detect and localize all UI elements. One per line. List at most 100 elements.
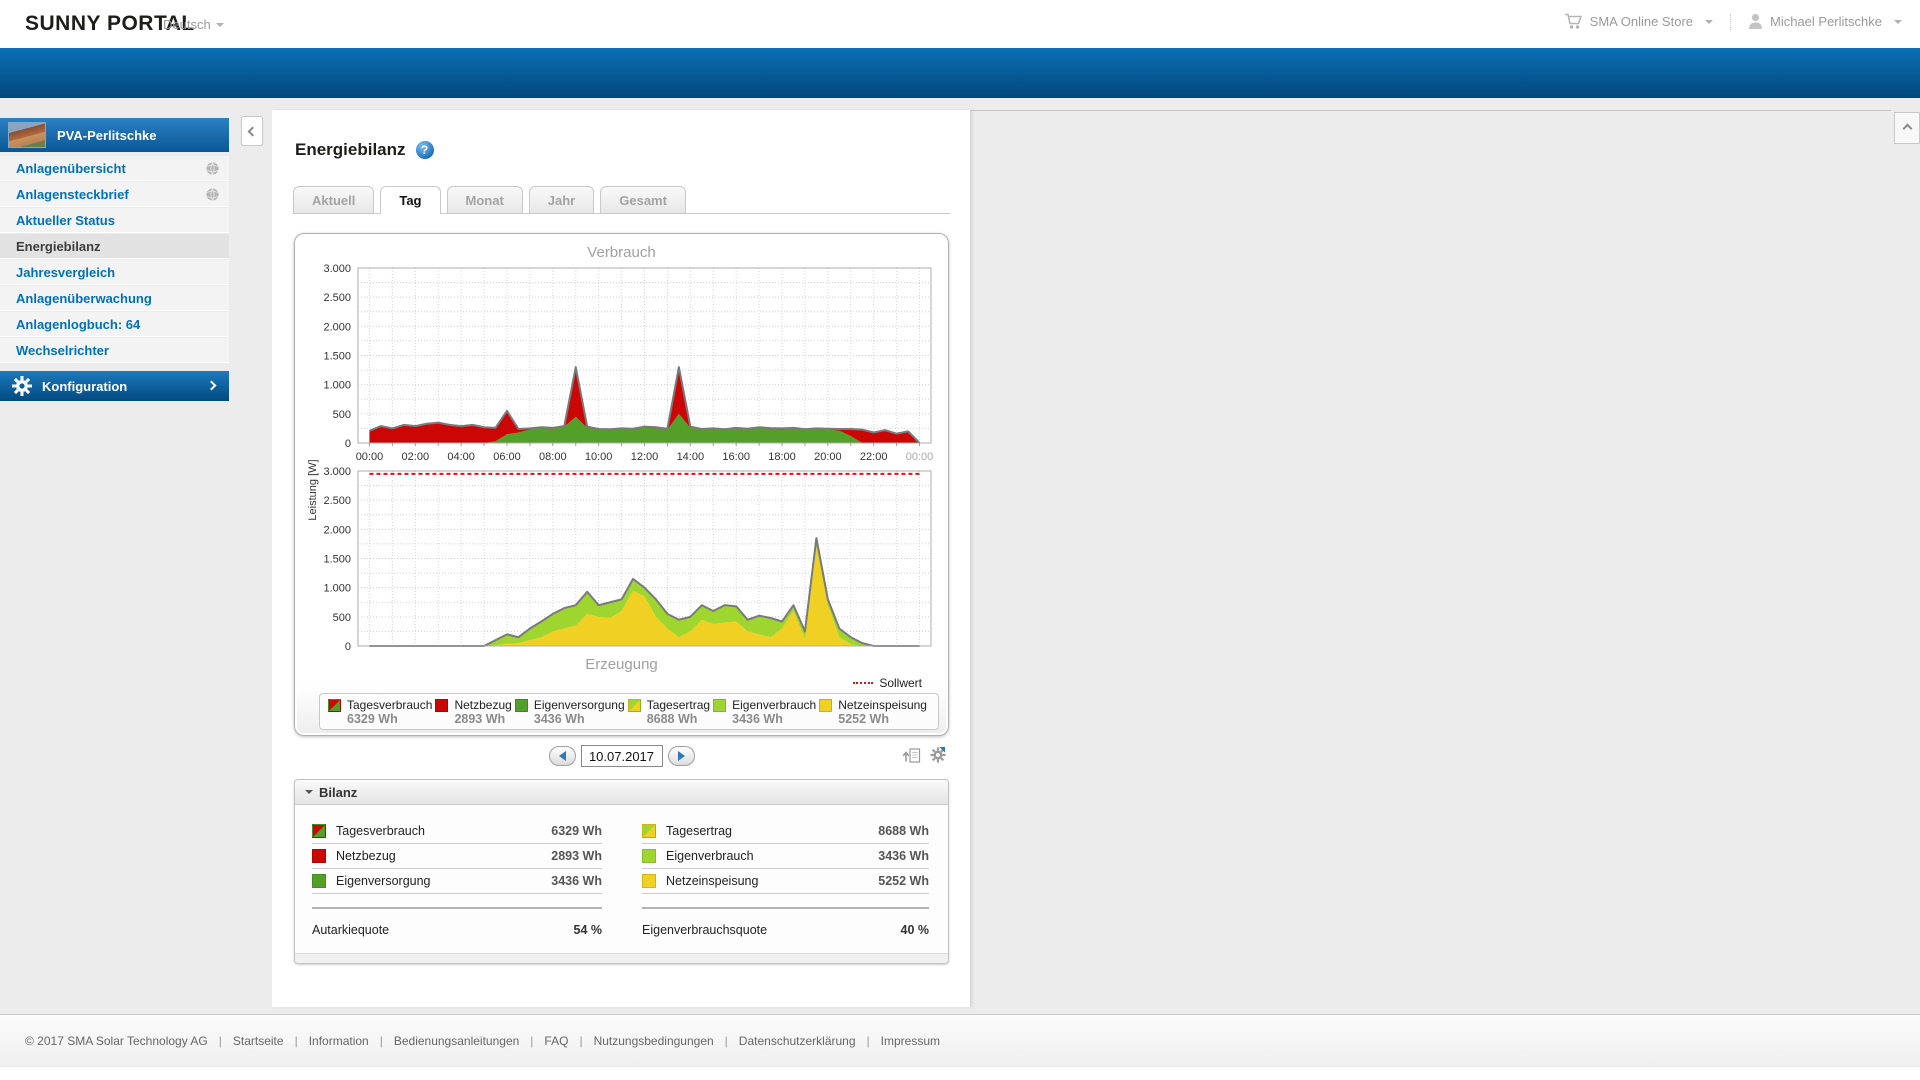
sidebar-item-energiebilanz[interactable]: Energiebilanz xyxy=(0,234,229,259)
period-tabs: Aktuell Tag Monat Jahr Gesamt xyxy=(293,186,950,214)
top-header: SUNNY PORTAL Deutsch SMA Online Store Mi… xyxy=(0,0,1920,48)
sidebar-item-wechselrichter[interactable]: Wechselrichter xyxy=(0,338,229,363)
sidebar-item-jahresvergleich[interactable]: Jahresvergleich xyxy=(0,260,229,285)
plant-photo xyxy=(8,122,46,148)
tagesertrag-swatch xyxy=(627,699,641,712)
tab-aktuell[interactable]: Aktuell xyxy=(293,186,375,213)
table-row: Tagesertrag 8688 Wh xyxy=(642,819,929,844)
svg-text:3.000: 3.000 xyxy=(323,467,351,478)
sollwert-line-sample xyxy=(853,682,874,684)
table-row: Tagesverbrauch 6329 Wh xyxy=(312,819,602,844)
footer-link-information[interactable]: Information xyxy=(309,1034,369,1048)
svg-text:20:00: 20:00 xyxy=(814,451,842,462)
legend-item: Eigenversorgung 3436 Wh xyxy=(514,698,628,727)
primary-nav-bar xyxy=(0,48,1920,98)
cart-icon xyxy=(1564,13,1582,29)
chevron-down-icon xyxy=(215,23,224,31)
svg-text:1.000: 1.000 xyxy=(323,380,351,392)
chart-settings-button[interactable] xyxy=(929,741,951,769)
tagesverbrauch-swatch xyxy=(312,824,326,838)
main-content: Energiebilanz ? Aktuell Tag Monat Jahr G… xyxy=(272,110,971,1007)
chart-title-erzeugung: Erzeugung xyxy=(585,656,658,673)
tagesverbrauch-swatch xyxy=(328,699,341,712)
sidebar-item-anlagenueberwachung[interactable]: Anlagenüberwachung xyxy=(0,286,229,311)
user-menu[interactable]: Michael Perlitschke xyxy=(1770,14,1882,29)
bilanz-left-column: Tagesverbrauch 6329 Wh Netzbezug 2893 Wh… xyxy=(312,819,602,951)
eigenverbrauchsquote-row: Eigenverbrauchsquote 40 % xyxy=(642,923,929,937)
sollwert-legend: Sollwert xyxy=(853,676,922,690)
svg-text:2.000: 2.000 xyxy=(323,524,351,536)
page-title: Energiebilanz xyxy=(295,140,406,159)
energy-chart-panel: Verbrauch Leistung [W] 0 500 1.000 1.500 2.0… xyxy=(294,233,949,736)
page-footer: © 2017 SMA Solar Technology AG | Startsei… xyxy=(0,1014,1920,1066)
sidebar-item-anlagenlogbuch[interactable]: Anlagenlogbuch: 64 xyxy=(0,312,229,337)
date-input[interactable] xyxy=(580,745,663,767)
legend-item: Tagesverbrauch 6329 Wh xyxy=(328,698,435,727)
svg-text:0: 0 xyxy=(345,438,351,450)
eigenversorgung-swatch xyxy=(514,699,528,712)
sidebar-item-konfiguration[interactable]: Konfiguration xyxy=(0,371,229,401)
y-axis-label: Leistung [W] xyxy=(307,459,319,521)
svg-text:04:00: 04:00 xyxy=(447,451,475,462)
footer-link-datenschutzerklaerung[interactable]: Datenschutzerklärung xyxy=(739,1034,856,1048)
footer-link-impressum[interactable]: Impressum xyxy=(881,1034,940,1048)
svg-text:22:00: 22:00 xyxy=(860,451,888,462)
export-button[interactable] xyxy=(902,747,921,769)
scroll-top-button[interactable] xyxy=(1894,112,1920,144)
sidebar-item-anlagenuebersicht[interactable]: Anlagenübersicht xyxy=(0,156,229,181)
netzeinspeisung-swatch xyxy=(642,874,656,888)
language-selector[interactable]: Deutsch xyxy=(163,17,224,32)
chevron-up-icon xyxy=(1902,123,1912,133)
sidebar: PVA-Perlitschke Anlagenübersicht Anlagen… xyxy=(0,118,229,401)
bilanz-panel: Bilanz Tagesverbrauch 6329 Wh Netzbezug … xyxy=(294,779,949,964)
sidebar-collapse-button[interactable] xyxy=(241,116,263,146)
bilanz-right-column: Tagesertrag 8688 Wh Eigenverbrauch 3436 … xyxy=(642,819,929,951)
store-link[interactable]: SMA Online Store xyxy=(1590,14,1693,29)
previous-day-button[interactable] xyxy=(548,746,576,766)
user-icon xyxy=(1749,14,1762,29)
export-icon xyxy=(902,747,921,763)
table-row: Eigenversorgung 3436 Wh xyxy=(312,869,602,894)
date-navigation xyxy=(272,741,971,771)
legend-item: Netzbezug 2893 Wh xyxy=(435,698,514,727)
netzbezug-swatch xyxy=(312,849,326,863)
footer-link-bedienungsanleitungen[interactable]: Bedienungsanleitungen xyxy=(394,1034,519,1048)
sidebar-item-aktueller-status[interactable]: Aktueller Status xyxy=(0,208,229,233)
chevron-right-icon xyxy=(206,380,217,391)
svg-text:18:00: 18:00 xyxy=(768,451,796,462)
tab-tag[interactable]: Tag xyxy=(380,186,441,214)
plant-selector[interactable]: PVA-Perlitschke xyxy=(0,118,229,152)
erzeugung-chart: 0 500 1.000 1.500 2.000 2.500 3.000 xyxy=(323,466,932,653)
legend-item: Netzeinspeisung 5252 Wh xyxy=(819,698,930,727)
table-row: Netzeinspeisung 5252 Wh xyxy=(642,869,929,894)
svg-text:00:00: 00:00 xyxy=(906,451,934,462)
chart-title-verbrauch: Verbrauch xyxy=(587,244,656,261)
table-row: Eigenverbrauch 3436 Wh xyxy=(642,844,929,869)
chevron-down-icon xyxy=(1705,19,1713,28)
plant-name: PVA-Perlitschke xyxy=(57,127,157,143)
panel-footer xyxy=(295,953,948,963)
tab-gesamt[interactable]: Gesamt xyxy=(600,186,686,213)
svg-text:14:00: 14:00 xyxy=(677,451,705,462)
svg-text:16:00: 16:00 xyxy=(722,451,750,462)
next-day-button[interactable] xyxy=(667,746,695,766)
tab-monat[interactable]: Monat xyxy=(446,186,523,213)
footer-link-faq[interactable]: FAQ xyxy=(544,1034,568,1048)
eigenversorgung-swatch xyxy=(312,874,326,888)
sollwert-label: Sollwert xyxy=(879,676,922,690)
svg-text:2.500: 2.500 xyxy=(323,292,351,304)
tab-jahr[interactable]: Jahr xyxy=(528,186,595,213)
globe-icon xyxy=(206,188,219,201)
netzeinspeisung-swatch xyxy=(819,699,833,712)
svg-text:2.000: 2.000 xyxy=(323,321,351,333)
svg-text:06:00: 06:00 xyxy=(493,451,521,462)
collapse-triangle-icon xyxy=(305,789,313,798)
sidebar-item-anlagensteckbrief[interactable]: Anlagensteckbrief xyxy=(0,182,229,207)
chevron-down-icon xyxy=(1894,19,1902,28)
help-icon[interactable]: ? xyxy=(415,141,434,159)
bilanz-header[interactable]: Bilanz xyxy=(295,780,948,805)
arrow-left-icon xyxy=(554,751,566,761)
footer-link-nutzungsbedingungen[interactable]: Nutzungsbedingungen xyxy=(594,1034,714,1048)
footer-link-startseite[interactable]: Startseite xyxy=(233,1034,284,1048)
svg-text:1.500: 1.500 xyxy=(323,554,351,566)
